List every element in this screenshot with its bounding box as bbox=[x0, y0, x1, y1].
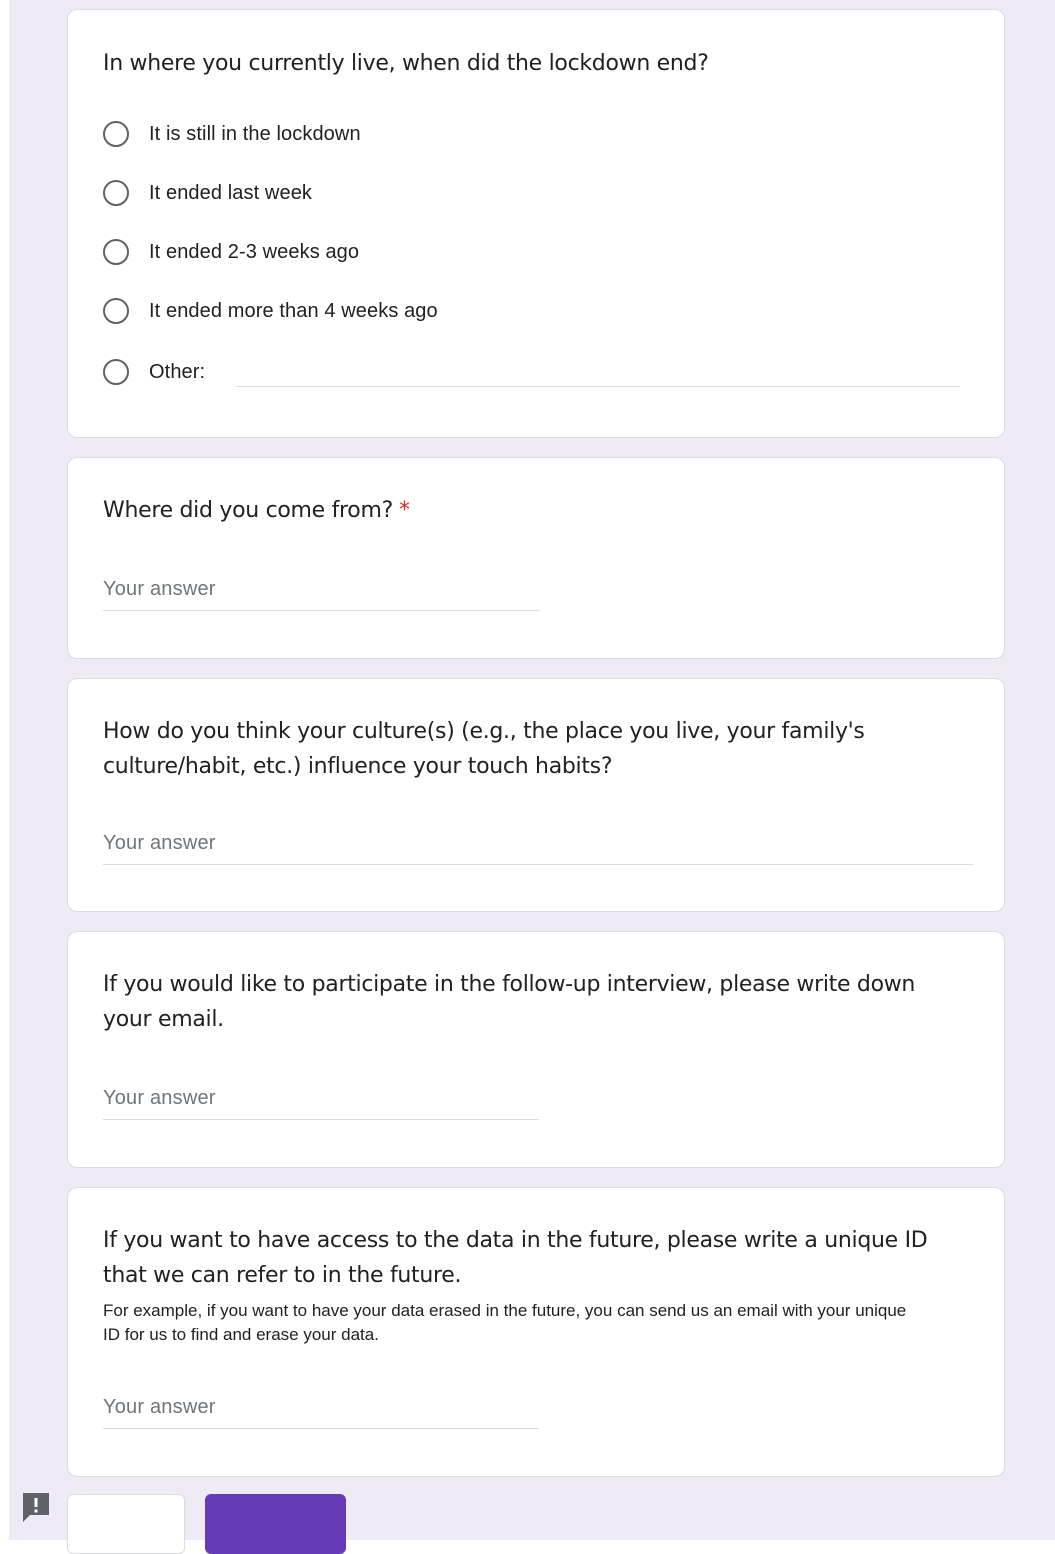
radio-circle[interactable] bbox=[103, 239, 129, 265]
radio-circle[interactable] bbox=[103, 359, 129, 385]
answer-placeholder: Your answer bbox=[103, 1087, 216, 1109]
radio-option-label: It is still in the lockdown bbox=[149, 122, 361, 145]
radio-option-label: It ended 2-3 weeks ago bbox=[149, 240, 360, 263]
question-card-lockdown: In where you currently live, when did th… bbox=[67, 9, 1005, 438]
radio-option-last-week[interactable]: It ended last week bbox=[103, 176, 312, 210]
radio-option-still-lockdown[interactable]: It is still in the lockdown bbox=[103, 117, 361, 151]
radio-circle[interactable] bbox=[103, 180, 129, 206]
radio-option-label: It ended last week bbox=[149, 181, 313, 204]
radio-option-label: Other: bbox=[149, 360, 206, 383]
radio-option-label: It ended more than 4 weeks ago bbox=[149, 299, 438, 322]
other-text-input[interactable] bbox=[236, 386, 960, 387]
answer-input[interactable]: Your answer bbox=[103, 569, 539, 611]
question-title: If you want to have access to the data i… bbox=[103, 1228, 928, 1288]
radio-circle[interactable] bbox=[103, 298, 129, 324]
question-title: How do you think your culture(s) (e.g., … bbox=[103, 719, 865, 779]
question-title: If you would like to participate in the … bbox=[103, 972, 916, 1032]
question-card-origin: Where did you come from? * Your answer bbox=[67, 457, 1005, 659]
radio-option-more-than-4-weeks[interactable]: It ended more than 4 weeks ago bbox=[103, 294, 438, 328]
question-card-email: If you would like to participate in the … bbox=[67, 931, 1005, 1168]
answer-placeholder: Your answer bbox=[103, 578, 216, 600]
question-title: Where did you come from? * bbox=[103, 493, 969, 528]
required-asterisk: * bbox=[398, 498, 410, 523]
question-title: In where you currently live, when did th… bbox=[103, 51, 709, 76]
radio-option-2-3-weeks[interactable]: It ended 2-3 weeks ago bbox=[103, 235, 359, 269]
radio-circle[interactable] bbox=[103, 121, 129, 147]
question-description: For example, if you want to have your da… bbox=[103, 1301, 907, 1344]
answer-input[interactable]: Your answer bbox=[103, 1078, 539, 1120]
question-card-culture: How do you think your culture(s) (e.g., … bbox=[67, 678, 1005, 912]
question-title-text: Where did you come from? bbox=[103, 498, 393, 523]
back-button[interactable] bbox=[67, 1494, 185, 1554]
answer-placeholder: Your answer bbox=[103, 1396, 216, 1418]
question-card-unique-id: If you want to have access to the data i… bbox=[67, 1187, 1005, 1477]
answer-input[interactable]: Your answer bbox=[103, 823, 973, 865]
answer-placeholder: Your answer bbox=[103, 832, 216, 854]
submit-button[interactable] bbox=[205, 1494, 346, 1554]
answer-input[interactable]: Your answer bbox=[103, 1387, 539, 1429]
radio-option-other[interactable]: Other: bbox=[103, 355, 205, 389]
report-feedback-icon[interactable] bbox=[20, 1490, 52, 1526]
